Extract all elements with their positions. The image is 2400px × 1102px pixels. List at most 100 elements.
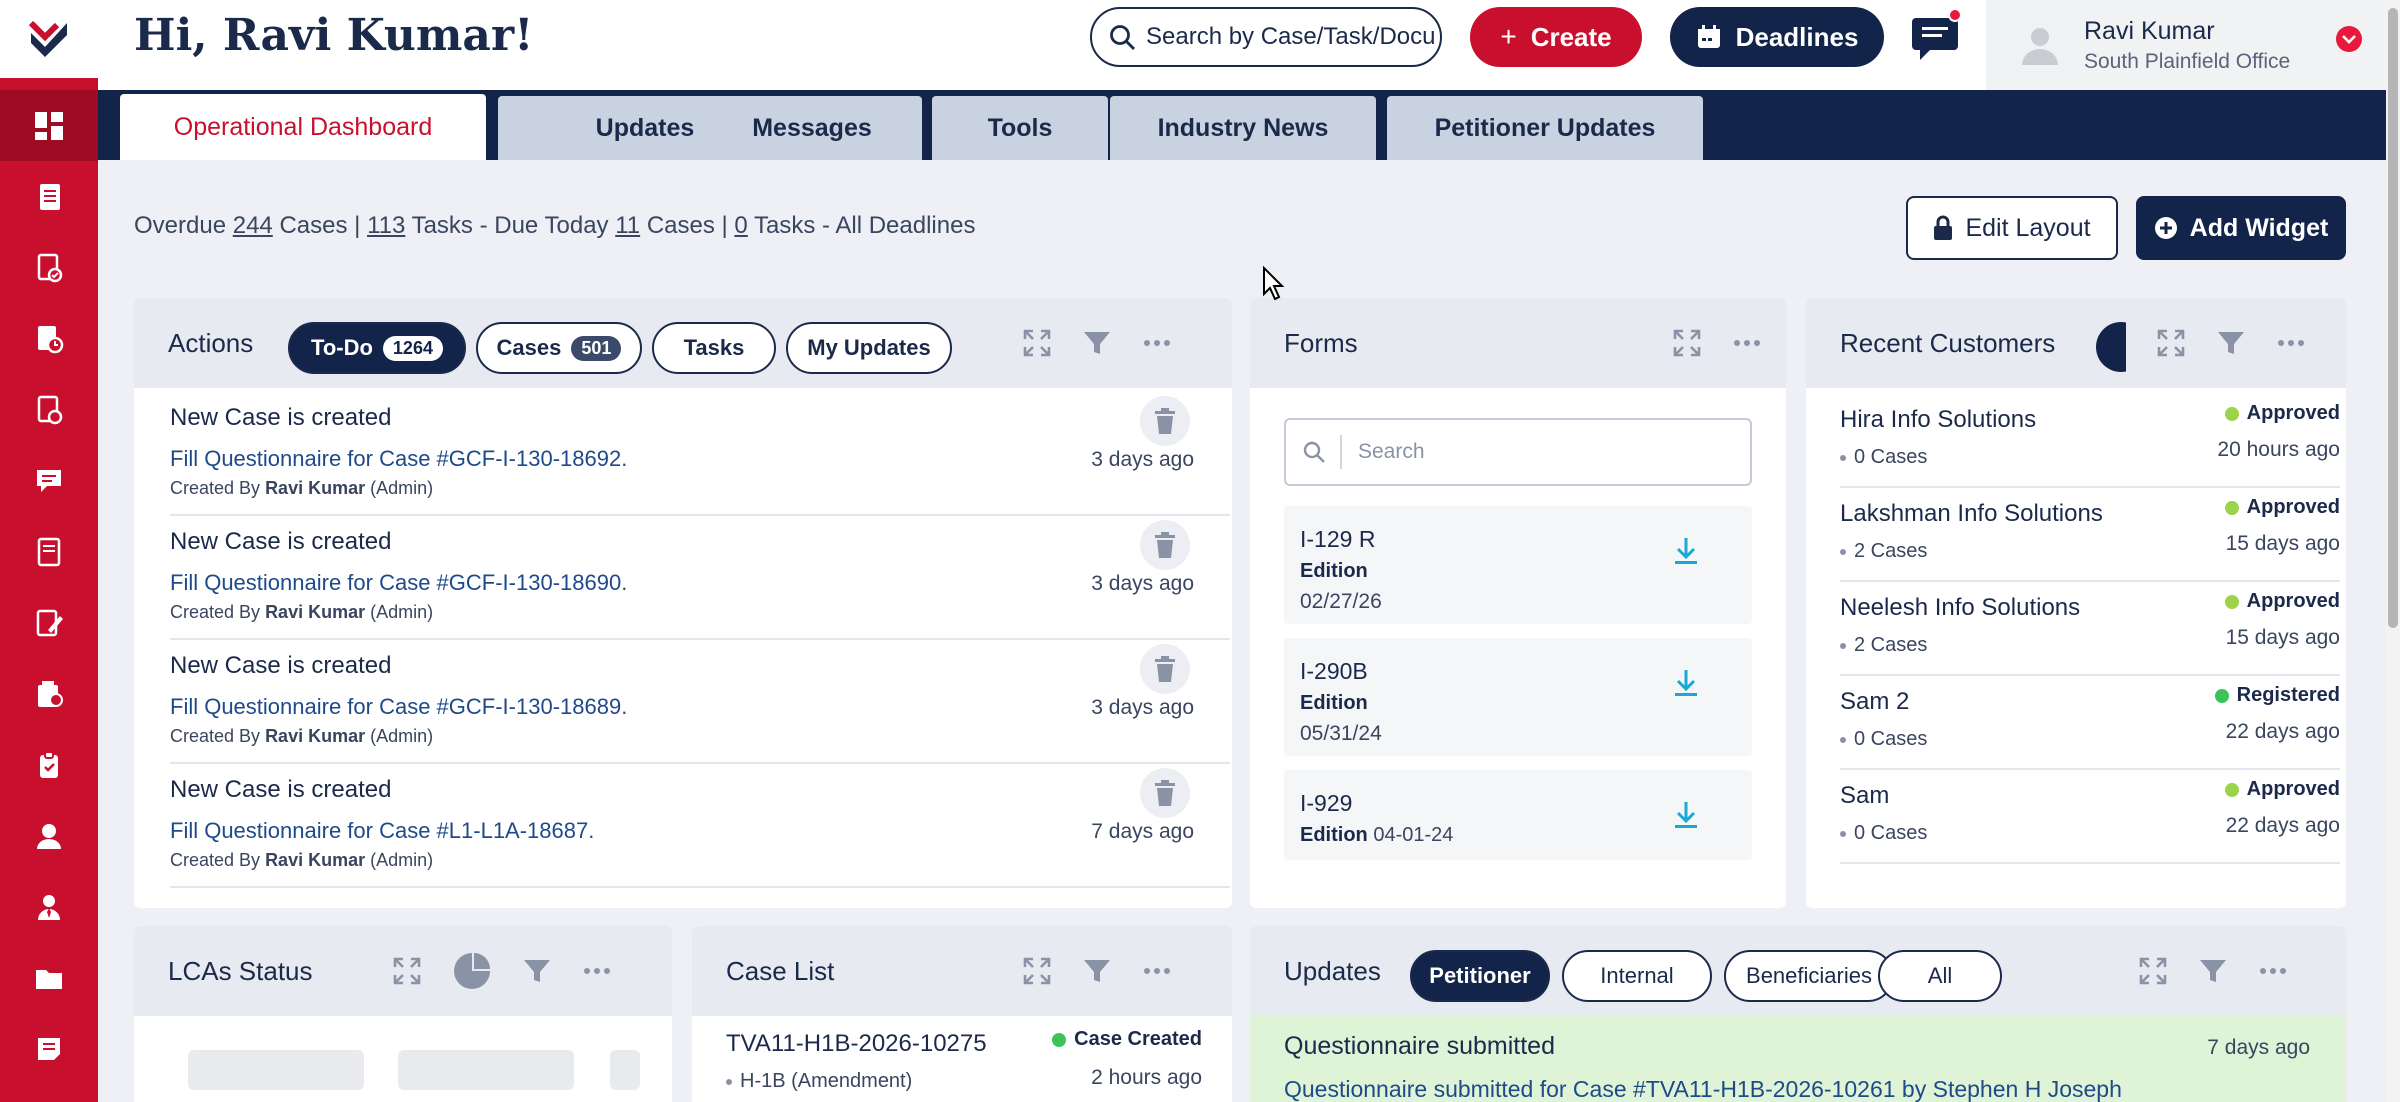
more-icon[interactable]: [1142, 328, 1172, 358]
download-icon[interactable]: [1672, 536, 1700, 566]
more-icon[interactable]: [1142, 956, 1172, 986]
filter-cases[interactable]: Cases 501: [476, 322, 642, 374]
pie-chart-icon[interactable]: [452, 951, 492, 991]
action-item[interactable]: New Case is created Fill Questionnaire f…: [170, 764, 1230, 888]
expand-icon[interactable]: [2156, 328, 2186, 358]
action-link[interactable]: Fill Questionnaire for Case #GCF-I-130-1…: [170, 694, 627, 720]
all-deadlines-link[interactable]: Tasks - All Deadlines: [754, 212, 975, 239]
sidebar-item-messages[interactable]: [0, 445, 98, 516]
action-title: New Case is created: [170, 652, 392, 679]
filter-tasks[interactable]: Tasks: [652, 322, 776, 374]
download-icon[interactable]: [1672, 800, 1700, 830]
edit-layout-button[interactable]: Edit Layout: [1906, 196, 2118, 260]
action-item[interactable]: New Case is created Fill Questionnaire f…: [170, 640, 1230, 764]
tab-operational-dashboard[interactable]: Operational Dashboard: [120, 94, 486, 160]
sidebar-item-clipboard[interactable]: [0, 729, 98, 800]
sidebar-item-edit[interactable]: [0, 587, 98, 658]
lca-title: LCAs Status: [168, 955, 313, 986]
chevron-down-icon[interactable]: [2336, 26, 2362, 52]
customer-item[interactable]: Sam 0 Cases Approved 22 days ago: [1840, 770, 2340, 864]
expand-icon[interactable]: [392, 956, 422, 986]
more-icon[interactable]: [1732, 328, 1762, 358]
add-widget-button[interactable]: Add Widget: [2136, 196, 2346, 260]
expand-icon[interactable]: [1022, 956, 1052, 986]
create-button[interactable]: + Create: [1470, 7, 1642, 67]
filter-beneficiaries[interactable]: Beneficiaries: [1724, 950, 1894, 1002]
expand-icon[interactable]: [2138, 956, 2168, 986]
customer-item[interactable]: Lakshman Info Solutions 2 Cases Approved…: [1840, 488, 2340, 582]
action-link[interactable]: Fill Questionnaire for Case #GCF-I-130-1…: [170, 570, 627, 596]
overdue-cases-link[interactable]: 244: [233, 212, 273, 239]
form-item[interactable]: I-129 R Edition 02/27/26: [1284, 506, 1752, 624]
page-scrollbar-thumb[interactable]: [2388, 8, 2398, 628]
delete-button[interactable]: [1140, 520, 1190, 570]
action-link[interactable]: Fill Questionnaire for Case #L1-L1A-1868…: [170, 818, 594, 844]
filter-petitioner[interactable]: Petitioner: [1410, 950, 1550, 1002]
form-edition-label: Edition: [1300, 692, 1368, 714]
tab-tools[interactable]: Tools: [932, 96, 1108, 160]
sidebar-item-billing[interactable]: [0, 658, 98, 729]
form-item[interactable]: I-929 Edition 04-01-24: [1284, 770, 1752, 860]
delete-button[interactable]: [1140, 768, 1190, 818]
tab-messages[interactable]: Messages: [702, 96, 922, 160]
filter-icon[interactable]: [1082, 328, 1112, 358]
sidebar-item-contacts[interactable]: [0, 871, 98, 942]
forms-search-input[interactable]: Search: [1284, 418, 1752, 486]
add-widget-label: Add Widget: [2189, 213, 2329, 242]
action-item[interactable]: New Case is created Fill Questionnaire f…: [170, 392, 1230, 516]
chat-icon: [37, 469, 61, 492]
more-icon[interactable]: [2276, 328, 2306, 358]
sidebar-item-tasks[interactable]: [0, 232, 98, 303]
expand-icon[interactable]: [1672, 328, 1702, 358]
due-cases-link[interactable]: 11: [615, 212, 640, 239]
sidebar-item-dashboard[interactable]: [0, 90, 98, 161]
top-bar: Hi, Ravi Kumar! Search by Case/Task/Docu…: [98, 0, 2386, 90]
app-logo[interactable]: [0, 0, 98, 78]
overdue-tasks-link[interactable]: 113: [367, 212, 405, 239]
customer-cases: 2 Cases: [1840, 634, 1927, 657]
more-icon[interactable]: [2258, 956, 2288, 986]
filter-internal[interactable]: Internal: [1562, 950, 1712, 1002]
download-icon[interactable]: [1672, 668, 1700, 698]
sidebar-item-notes[interactable]: [0, 1013, 98, 1084]
dashboard-tabs: Operational Dashboard Updates Messages T…: [98, 90, 2386, 160]
customer-item[interactable]: Hira Info Solutions 0 Cases Approved 20 …: [1840, 394, 2340, 488]
lca-header-tools: [362, 926, 612, 1016]
sidebar-item-forms[interactable]: [0, 374, 98, 445]
update-item[interactable]: Questionnaire submitted Questionnaire su…: [1250, 1016, 2346, 1102]
filter-icon[interactable]: [2216, 328, 2246, 358]
delete-button[interactable]: [1140, 396, 1190, 446]
update-text[interactable]: Questionnaire submitted for Case #TVA11-…: [1284, 1076, 2122, 1102]
expand-icon[interactable]: [1022, 328, 1052, 358]
global-search-input[interactable]: Search by Case/Task/Docu: [1090, 7, 1442, 67]
filter-todo[interactable]: To-Do 1264: [288, 322, 466, 374]
tab-petitioner-updates[interactable]: Petitioner Updates: [1387, 96, 1703, 160]
more-icon[interactable]: [582, 956, 612, 986]
sidebar-item-cases[interactable]: [0, 161, 98, 232]
form-item[interactable]: I-290B Edition 05/31/24: [1284, 638, 1752, 756]
messages-button[interactable]: [1910, 8, 1962, 62]
deadlines-button[interactable]: Deadlines: [1670, 7, 1884, 67]
action-item[interactable]: New Case is created Fill Questionnaire f…: [170, 516, 1230, 640]
customer-item[interactable]: Sam 2 0 Cases Registered 22 days ago: [1840, 676, 2340, 770]
filter-icon[interactable]: [1082, 956, 1112, 986]
forms-search-placeholder: Search: [1358, 440, 1425, 463]
action-link[interactable]: Fill Questionnaire for Case #GCF-I-130-1…: [170, 446, 627, 472]
filter-icon[interactable]: [2198, 956, 2228, 986]
user-name: Ravi Kumar: [2084, 16, 2215, 45]
sidebar-item-folders[interactable]: [0, 942, 98, 1013]
sidebar-item-reports[interactable]: [0, 516, 98, 587]
tab-industry-news[interactable]: Industry News: [1110, 96, 1376, 160]
filter-all[interactable]: All: [1878, 950, 2002, 1002]
user-menu[interactable]: Ravi Kumar South Plainfield Office: [1986, 0, 2386, 90]
customer-name: Hira Info Solutions: [1840, 406, 2037, 433]
customer-item[interactable]: Neelesh Info Solutions 2 Cases Approved …: [1840, 582, 2340, 676]
forms-title: Forms: [1284, 327, 1358, 358]
case-list-item[interactable]: TVA11-H1B-2026-10275 H-1B (Amendment) Ca…: [726, 1028, 1202, 1102]
due-tasks-link[interactable]: 0: [734, 212, 747, 239]
sidebar-item-deadlines[interactable]: [0, 303, 98, 374]
sidebar-item-users[interactable]: [0, 800, 98, 871]
filter-icon[interactable]: [522, 956, 552, 986]
delete-button[interactable]: [1140, 644, 1190, 694]
filter-my-updates[interactable]: My Updates: [786, 322, 952, 374]
